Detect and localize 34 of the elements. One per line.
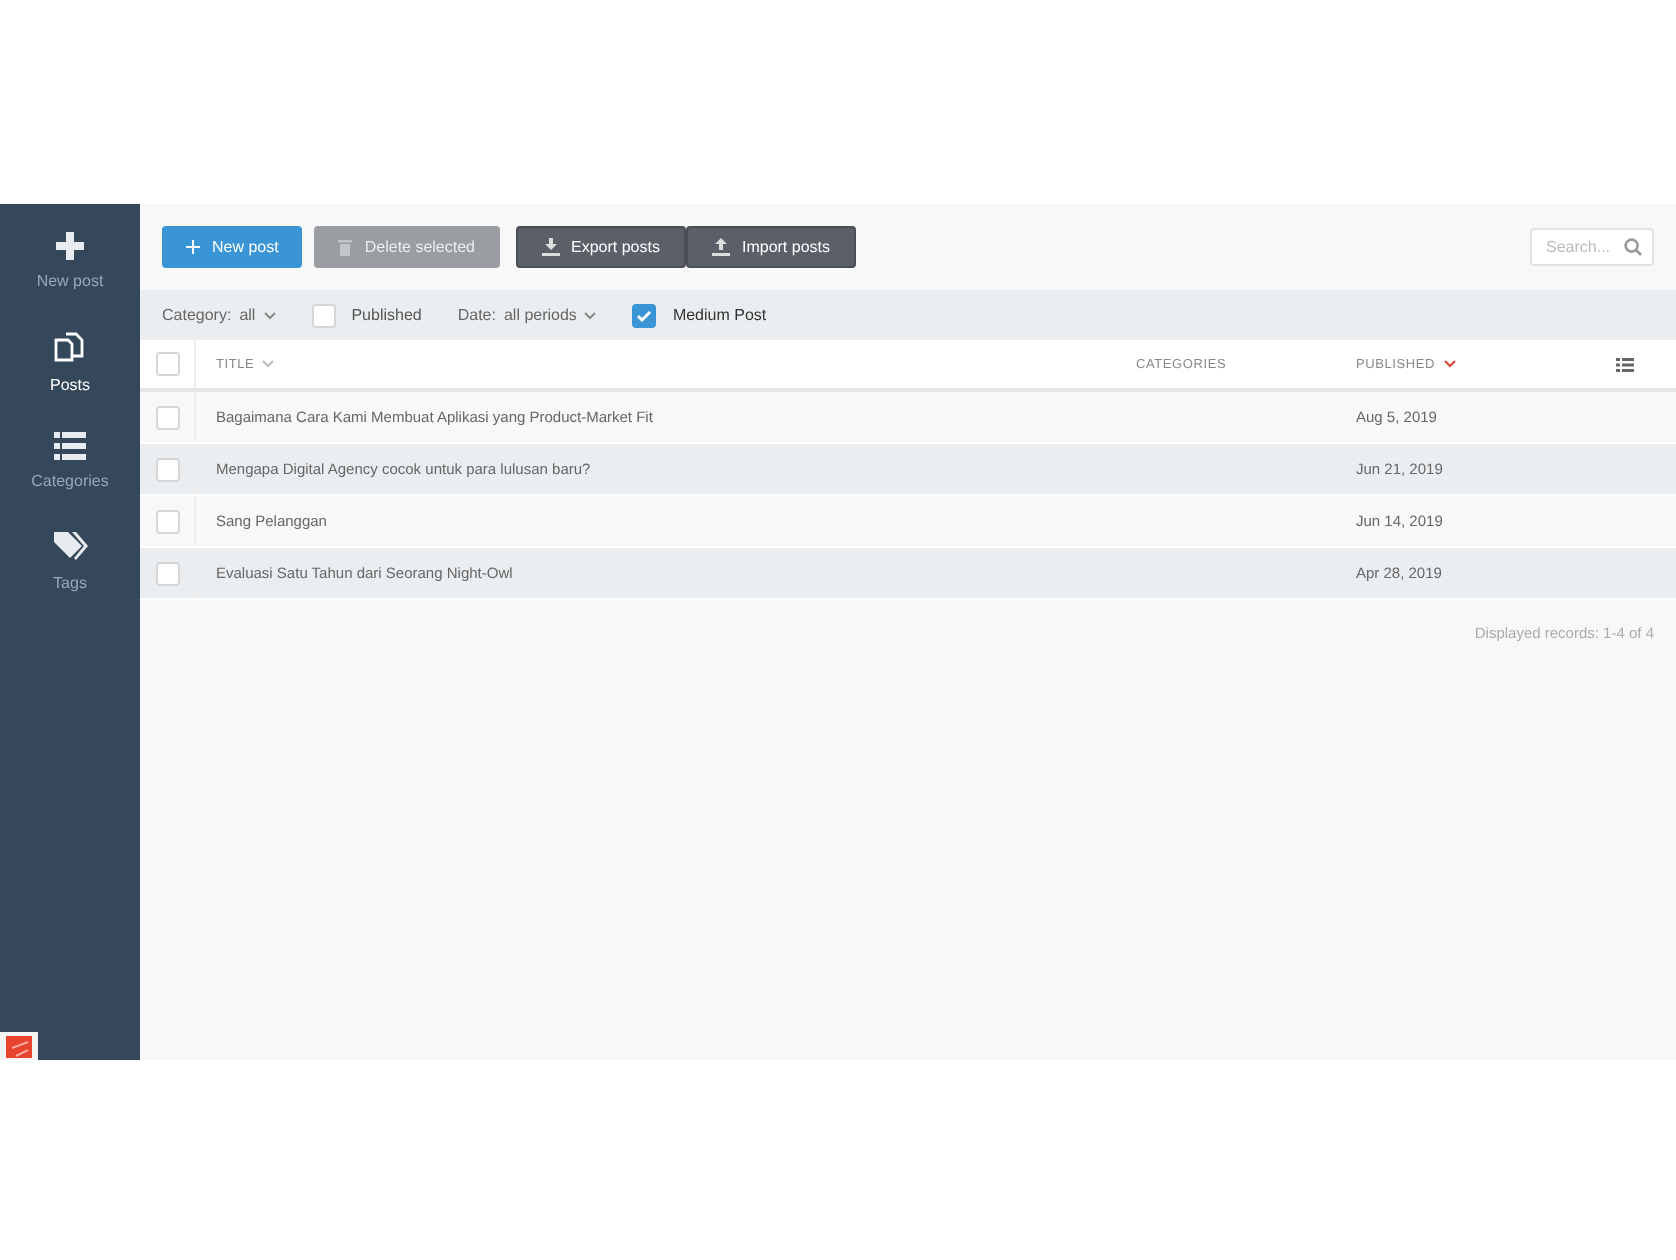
filter-value: all bbox=[239, 306, 256, 324]
search-icon bbox=[1624, 238, 1642, 256]
sidebar-item[interactable]: Posts bbox=[49, 376, 90, 394]
upload-icon bbox=[711, 238, 730, 256]
filter-dropdown[interactable]: Category: all bbox=[162, 306, 276, 324]
import-posts-button[interactable]: Import posts bbox=[685, 226, 856, 268]
sidebar-item[interactable]: New post bbox=[36, 272, 104, 290]
checkbox-label: Medium Post bbox=[672, 306, 767, 324]
row-checkbox[interactable] bbox=[155, 509, 179, 533]
row-checkbox[interactable] bbox=[155, 561, 179, 585]
chevron-icon bbox=[584, 311, 597, 319]
new-post-button[interactable]: New post bbox=[162, 226, 303, 268]
filter-label: Date: bbox=[457, 306, 496, 324]
trash-icon bbox=[338, 239, 353, 255]
filter-dropdown[interactable]: Date: all periods bbox=[457, 306, 597, 324]
plus-icon bbox=[56, 232, 84, 260]
list-icon bbox=[54, 432, 86, 460]
tags-icon bbox=[53, 532, 87, 562]
row-checkbox[interactable] bbox=[155, 457, 179, 481]
export-posts-button[interactable]: Export posts bbox=[515, 226, 686, 268]
sidebar-item[interactable]: Categories bbox=[31, 472, 109, 490]
row-checkbox[interactable] bbox=[155, 405, 179, 429]
plus-icon bbox=[186, 240, 200, 254]
filter-value: all periods bbox=[503, 306, 577, 324]
download-icon bbox=[541, 238, 560, 256]
checkbox-label: Published bbox=[351, 306, 422, 324]
select-all-checkbox[interactable] bbox=[155, 352, 179, 376]
sidebar-item[interactable]: Tags bbox=[53, 574, 87, 592]
search-field[interactable]: Search... bbox=[1530, 228, 1654, 266]
chevron-icon bbox=[263, 311, 276, 319]
list-view-icon[interactable] bbox=[1616, 357, 1634, 371]
checkbox[interactable] bbox=[632, 303, 657, 327]
documents-icon bbox=[54, 332, 86, 364]
filter-label: Category: bbox=[162, 306, 232, 324]
